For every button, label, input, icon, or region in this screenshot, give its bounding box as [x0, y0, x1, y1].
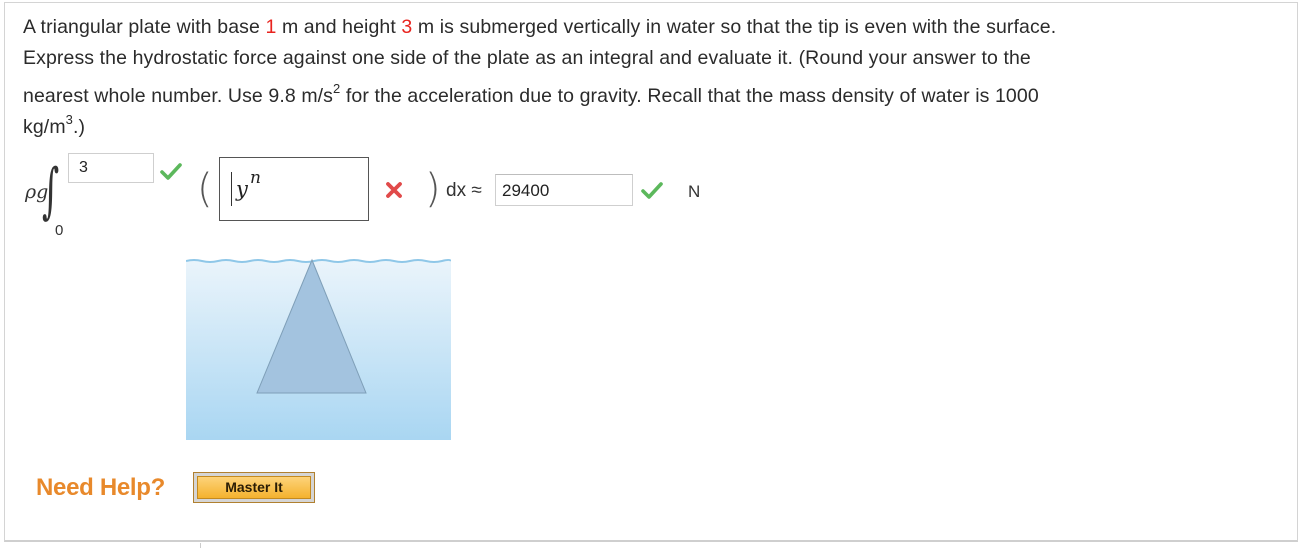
close-paren: ) — [425, 166, 441, 212]
question-line-2: Express the hydrostatic force against on… — [23, 47, 1031, 69]
check-icon — [160, 163, 182, 180]
height-value: 3 — [401, 16, 413, 38]
question-line-3: nearest whole number. Use 9.8 m/s2 for t… — [23, 80, 1039, 108]
base-value: 1 — [265, 16, 277, 38]
integrand-base: y — [236, 177, 248, 201]
integral-symbol: ∫ — [42, 156, 60, 226]
bottom-divider — [5, 543, 201, 548]
open-paren: ( — [197, 166, 213, 212]
master-it-button[interactable]: Master It — [193, 472, 315, 503]
dx-approx-label: dx ≈ — [446, 180, 482, 201]
master-it-label: Master It — [197, 476, 311, 499]
question-text: A triangular plate with base 1 m and hei… — [23, 12, 1273, 143]
check-icon — [641, 182, 663, 199]
integrand-input[interactable]: y n — [219, 157, 369, 221]
answer-input[interactable]: 29400 — [495, 174, 633, 206]
lower-limit: 0 — [55, 222, 64, 239]
question-line-4: kg/m3.) — [23, 111, 86, 139]
unit-label: N — [688, 182, 701, 201]
question-line-1: A triangular plate with base 1 m and hei… — [23, 16, 1057, 38]
integrand-exponent: n — [250, 168, 261, 188]
submerged-plate-diagram — [186, 258, 451, 440]
upper-limit-input[interactable]: 3 — [68, 153, 154, 183]
need-help-label: Need Help? — [36, 474, 166, 501]
cross-icon — [386, 182, 402, 198]
text-cursor — [231, 172, 232, 206]
